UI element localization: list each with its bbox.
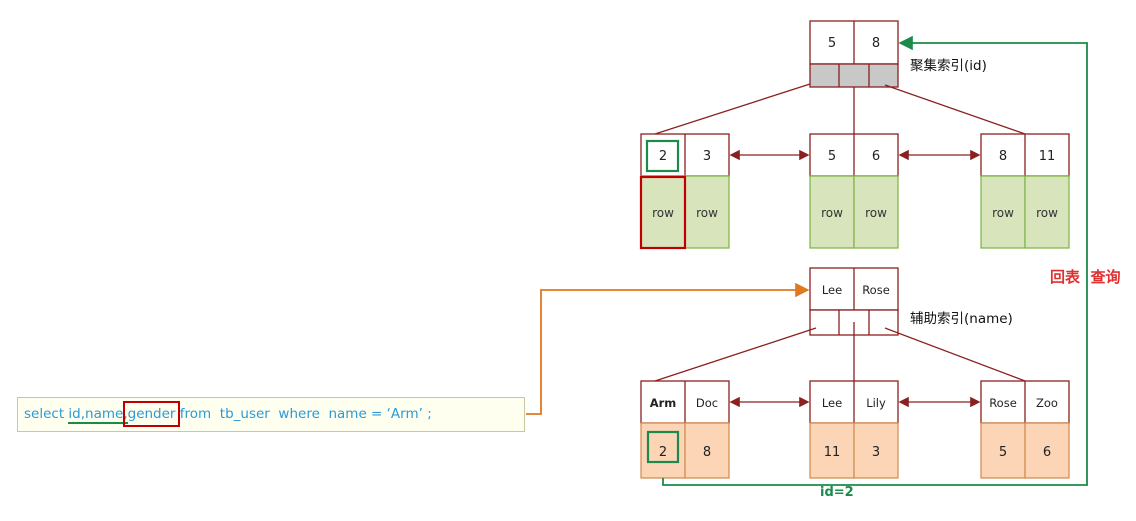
clustered-leaf-1-row-1: row — [652, 206, 674, 220]
clustered-leaf-1: 2 3 row row — [639, 133, 730, 250]
clustered-leaf-1-row-2: row — [696, 206, 718, 220]
secondary-pointer-right — [884, 327, 1026, 382]
secondary-root-key-2: Rose — [862, 283, 890, 297]
clustered-leaf-3-key-2: 11 — [1039, 149, 1056, 164]
secondary-leaf-2-value-2: 3 — [872, 445, 880, 460]
secondary-leaf-3-value-1: 5 — [999, 445, 1007, 460]
secondary-leaf-1-value-2: 8 — [703, 445, 711, 460]
clustered-leaf-3-row-2: row — [1036, 206, 1058, 220]
secondary-leaf-1-key-1: Arm — [650, 396, 677, 410]
clustered-leaf-2-row-2: row — [865, 206, 887, 220]
clustered-leaf-2-key-2: 6 — [872, 149, 880, 164]
clustered-index-label: 聚集索引(id) — [910, 58, 987, 74]
clustered-leaf-2-row-1: row — [821, 206, 843, 220]
secondary-leaf-3-key-1: Rose — [989, 396, 1017, 410]
clustered-pointer-left — [654, 83, 811, 135]
secondary-leaf-3: Rose Zoo 5 6 — [980, 380, 1070, 479]
clustered-pointer-right — [884, 84, 1026, 135]
secondary-pointer-left — [654, 327, 817, 382]
clustered-leaf-3-row-1: row — [992, 206, 1014, 220]
clustered-leaf-1-key-2: 3 — [703, 149, 711, 164]
sql-selected-columns: id,name, — [68, 406, 128, 424]
secondary-leaf-2: Lee Lily 11 3 — [809, 380, 899, 479]
sql-statement: select id,name,gender from tb_user where… — [24, 401, 432, 427]
secondary-index-label: 辅助索引(name) — [910, 311, 1013, 327]
secondary-leaf-2-key-1: Lee — [822, 396, 842, 410]
clustered-root-key-2: 8 — [872, 36, 880, 51]
sql-select-keyword: select — [24, 406, 65, 422]
back-to-table-label: 回表 查询 — [1050, 268, 1121, 286]
secondary-leaf-2-value-1: 11 — [824, 445, 841, 460]
clustered-root-node: 5 8 — [809, 20, 899, 88]
clustered-leaf-2-key-1: 5 — [828, 149, 836, 164]
secondary-leaf-3-value-2: 6 — [1043, 445, 1051, 460]
id-equals-label: id=2 — [820, 485, 854, 500]
secondary-leaf-1-value-1: 2 — [659, 445, 667, 460]
secondary-leaf-2-key-2: Lily — [866, 396, 886, 410]
clustered-root-key-1: 5 — [828, 36, 836, 51]
secondary-root-key-1: Lee — [822, 283, 842, 297]
secondary-leaf-1: Arm Doc 2 8 — [640, 380, 730, 479]
index-diagram: 5 8 聚集索引(id) 2 3 row row 5 6 row row 8 1 — [526, 20, 1088, 486]
clustered-leaf-3-key-1: 8 — [999, 149, 1007, 164]
clustered-leaf-2: 5 6 row row — [809, 133, 899, 249]
clustered-leaf-1-key-1: 2 — [659, 149, 667, 164]
sql-gender-column: gender — [122, 401, 181, 427]
clustered-leaf-3: 8 11 row row — [980, 133, 1070, 249]
secondary-leaf-3-key-2: Zoo — [1036, 396, 1058, 410]
secondary-leaf-1-key-2: Doc — [696, 396, 718, 410]
sql-rest: from tb_user where name = ‘Arm’ ; — [175, 406, 432, 422]
